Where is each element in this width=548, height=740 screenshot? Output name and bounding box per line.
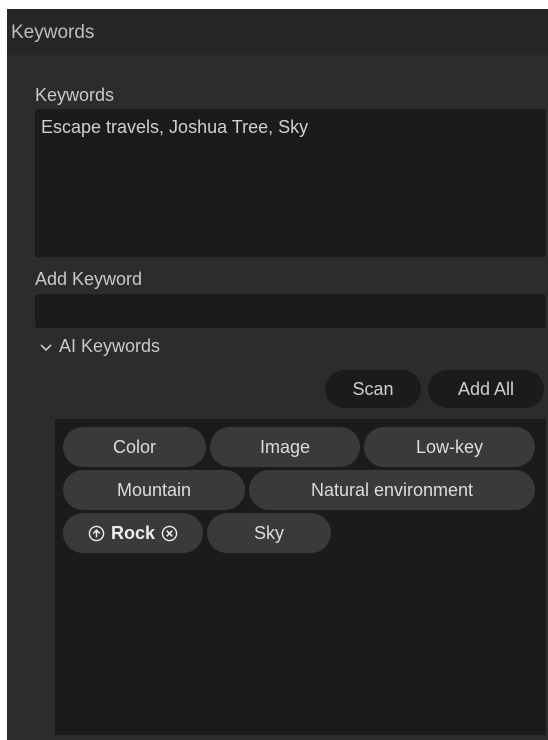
up-arrow-circle-icon[interactable] (88, 525, 105, 542)
chevron-down-icon (40, 343, 52, 351)
window-left-edge (0, 0, 7, 740)
add-all-button[interactable]: Add All (428, 370, 544, 408)
add-keyword-label: Add Keyword (35, 269, 143, 289)
chip-label: Sky (253, 522, 284, 543)
panel-title: Keywords (11, 22, 95, 43)
keywords-panel: Keywords Keywords Escape travels, Joshua… (7, 9, 548, 740)
ai-keyword-chip[interactable]: Color (63, 427, 206, 467)
page: Keywords Keywords Escape travels, Joshua… (0, 0, 548, 740)
chip-label: Rock (110, 522, 155, 543)
ai-keyword-chip-selected[interactable]: Rock (63, 513, 203, 553)
ai-keywords-label: AI Keywords (59, 336, 161, 356)
window-top-edge (0, 0, 548, 9)
add-keyword-input[interactable] (35, 294, 546, 328)
chip-label: Low-key (415, 436, 484, 457)
panel-header[interactable]: Keywords (7, 9, 548, 55)
chip-label: Image (259, 436, 311, 457)
scan-button[interactable]: Scan (325, 370, 421, 408)
keywords-value: Escape travels, Joshua Tree, Sky (41, 117, 309, 137)
ai-keyword-chip[interactable]: Natural environment (249, 470, 535, 510)
remove-circle-icon[interactable] (161, 525, 178, 542)
ai-keyword-chip[interactable]: Image (210, 427, 360, 467)
ai-keyword-chip[interactable]: Sky (207, 513, 331, 553)
ai-keyword-chip[interactable]: Low-key (364, 427, 535, 467)
ai-keywords-toggle[interactable]: AI Keywords (38, 336, 160, 357)
chip-label: Mountain (116, 479, 192, 500)
ai-keywords-area: Color Image Low-key Mountain Natural env… (55, 419, 546, 735)
chip-label: Natural environment (310, 479, 474, 500)
chip-label: Color (112, 436, 156, 457)
keywords-label: Keywords (35, 85, 115, 105)
ai-keyword-chip[interactable]: Mountain (63, 470, 245, 510)
keywords-field[interactable]: Escape travels, Joshua Tree, Sky (35, 109, 546, 257)
